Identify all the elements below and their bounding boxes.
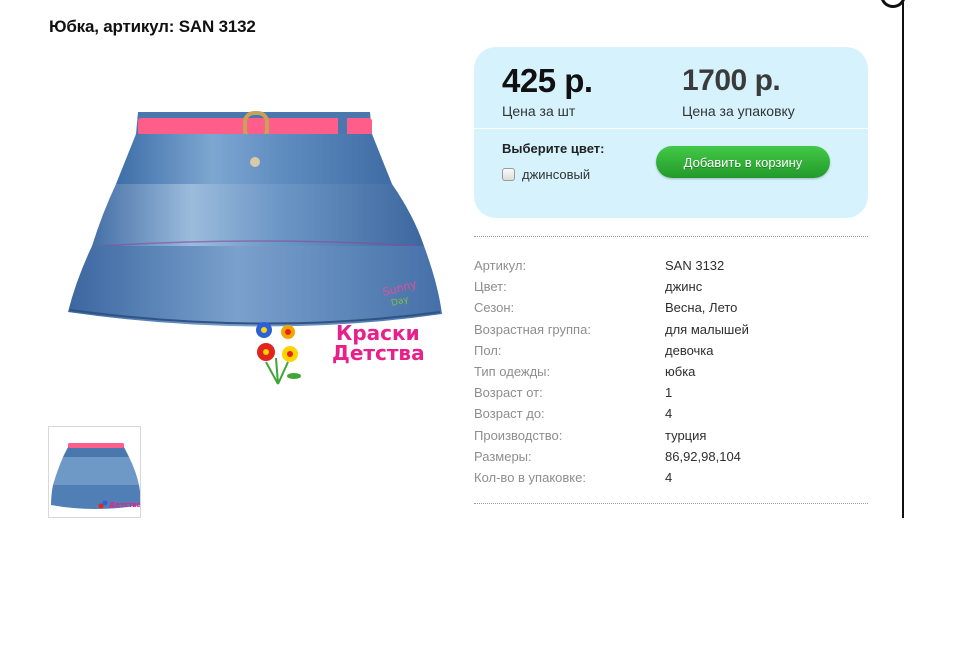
price-panel: 425 р. Цена за шт 1700 р. Цена за упаков… [474,47,868,218]
specs-top-divider [474,236,868,237]
spec-key: Производство: [474,427,563,443]
spec-key: Возраст от: [474,385,543,401]
color-checkbox[interactable] [502,168,515,181]
panel-divider [474,128,868,129]
pack-price: 1700 р. [682,64,781,97]
svg-text:Детства: Детства [332,341,425,365]
spec-key: Цвет: [474,279,507,295]
pack-price-block: 1700 р. Цена за упаковку [682,61,795,119]
spec-row: Возрастная группа: для малышей [474,319,868,340]
spec-value: 1 [665,385,673,401]
spec-row: Сезон: Весна, Лето [474,297,868,318]
spec-value: девочка [665,342,714,358]
spec-row: Цвет: джинс [474,276,868,297]
spec-row: Тип одежды: юбка [474,361,868,382]
spec-row: Артикул: SAN 3132 [474,255,868,276]
spec-value: SAN 3132 [665,258,725,274]
unit-price-caption: Цена за шт [502,103,576,119]
specs-table: Артикул: SAN 3132 Цвет: джинс Сезон: Весна,… [474,255,868,488]
spec-row: Кол-во в упаковке: 4 [474,467,868,488]
spec-row: Размеры: 86,92,98,104 [474,446,868,467]
page-edge-divider [902,0,904,518]
spec-row: Производство: турция [474,425,868,446]
spec-row: Возраст от: 1 [474,382,868,403]
spec-key: Возрастная группа: [474,321,591,337]
spec-value: турция [665,427,707,443]
unit-price: 425 р. [502,62,593,99]
spec-value: для малышей [665,321,749,337]
spec-key: Артикул: [474,258,527,274]
pack-price-caption: Цена за упаковку [682,103,795,119]
specs-bottom-divider [474,503,868,504]
product-main-image[interactable]: Sunny Day Краски Детства [62,104,454,394]
unit-price-block: 425 р. Цена за шт [502,61,593,119]
add-to-cart-button[interactable]: Добавить в корзину [656,146,830,178]
svg-text:Детства: Детства [109,501,141,509]
belt [138,118,372,135]
spec-key: Кол-во в упаковке: [474,469,586,485]
color-option-label: джинсовый [522,167,591,182]
spec-value: юбка [665,364,696,380]
color-select-label: Выберите цвет: [502,141,605,156]
spec-key: Возраст до: [474,406,545,422]
spec-value: джинс [665,279,703,295]
spec-row: Пол: девочка [474,340,868,361]
spec-value: Весна, Лето [665,300,738,316]
page-title: Юбка, артикул: SAN 3132 [49,17,256,36]
spec-value: 4 [665,406,673,422]
spec-value: 4 [665,469,673,485]
spec-row: Возраст до: 4 [474,403,868,424]
color-option-denim[interactable]: джинсовый [502,167,590,182]
spec-key: Сезон: [474,300,515,316]
spec-key: Размеры: [474,448,532,464]
spec-key: Пол: [474,342,502,358]
spec-key: Тип одежды: [474,364,551,380]
spec-value: 86,92,98,104 [665,448,741,464]
product-thumbnail[interactable]: Детства [48,426,141,518]
